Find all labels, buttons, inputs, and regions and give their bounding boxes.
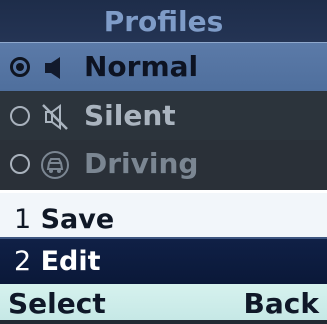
profile-label-driving: Driving — [84, 147, 199, 180]
profile-label-silent: Silent — [84, 99, 176, 132]
car-icon — [41, 151, 69, 179]
back-softkey[interactable]: Back — [244, 284, 319, 324]
profile-label-normal: Normal — [84, 50, 199, 83]
profile-item-silent[interactable]: Silent — [0, 92, 327, 140]
page-title: Profiles — [103, 5, 224, 38]
phone-screen: Profiles Normal Silent Driving 1 Save 2 … — [0, 0, 327, 320]
profile-item-driving[interactable]: Driving — [0, 140, 327, 190]
softkey-bar: Select Back — [0, 284, 327, 320]
option-edit-label: 2 Edit — [14, 246, 101, 277]
speaker-muted-icon — [42, 104, 68, 130]
profile-list: Normal Silent Driving — [0, 42, 327, 190]
option-save[interactable]: 1 Save — [0, 190, 327, 237]
radio-unselected-icon[interactable] — [10, 106, 30, 126]
option-save-label: 1 Save — [14, 204, 115, 235]
profile-item-normal[interactable]: Normal — [0, 42, 327, 91]
option-edit[interactable]: 2 Edit — [0, 237, 327, 286]
options-popup: 1 Save 2 Edit — [0, 190, 327, 286]
select-softkey[interactable]: Select — [8, 284, 106, 324]
speaker-icon — [45, 57, 60, 79]
radio-unselected-icon[interactable] — [10, 154, 30, 174]
radio-selected-icon[interactable] — [10, 57, 30, 77]
title-bar: Profiles — [0, 0, 327, 42]
